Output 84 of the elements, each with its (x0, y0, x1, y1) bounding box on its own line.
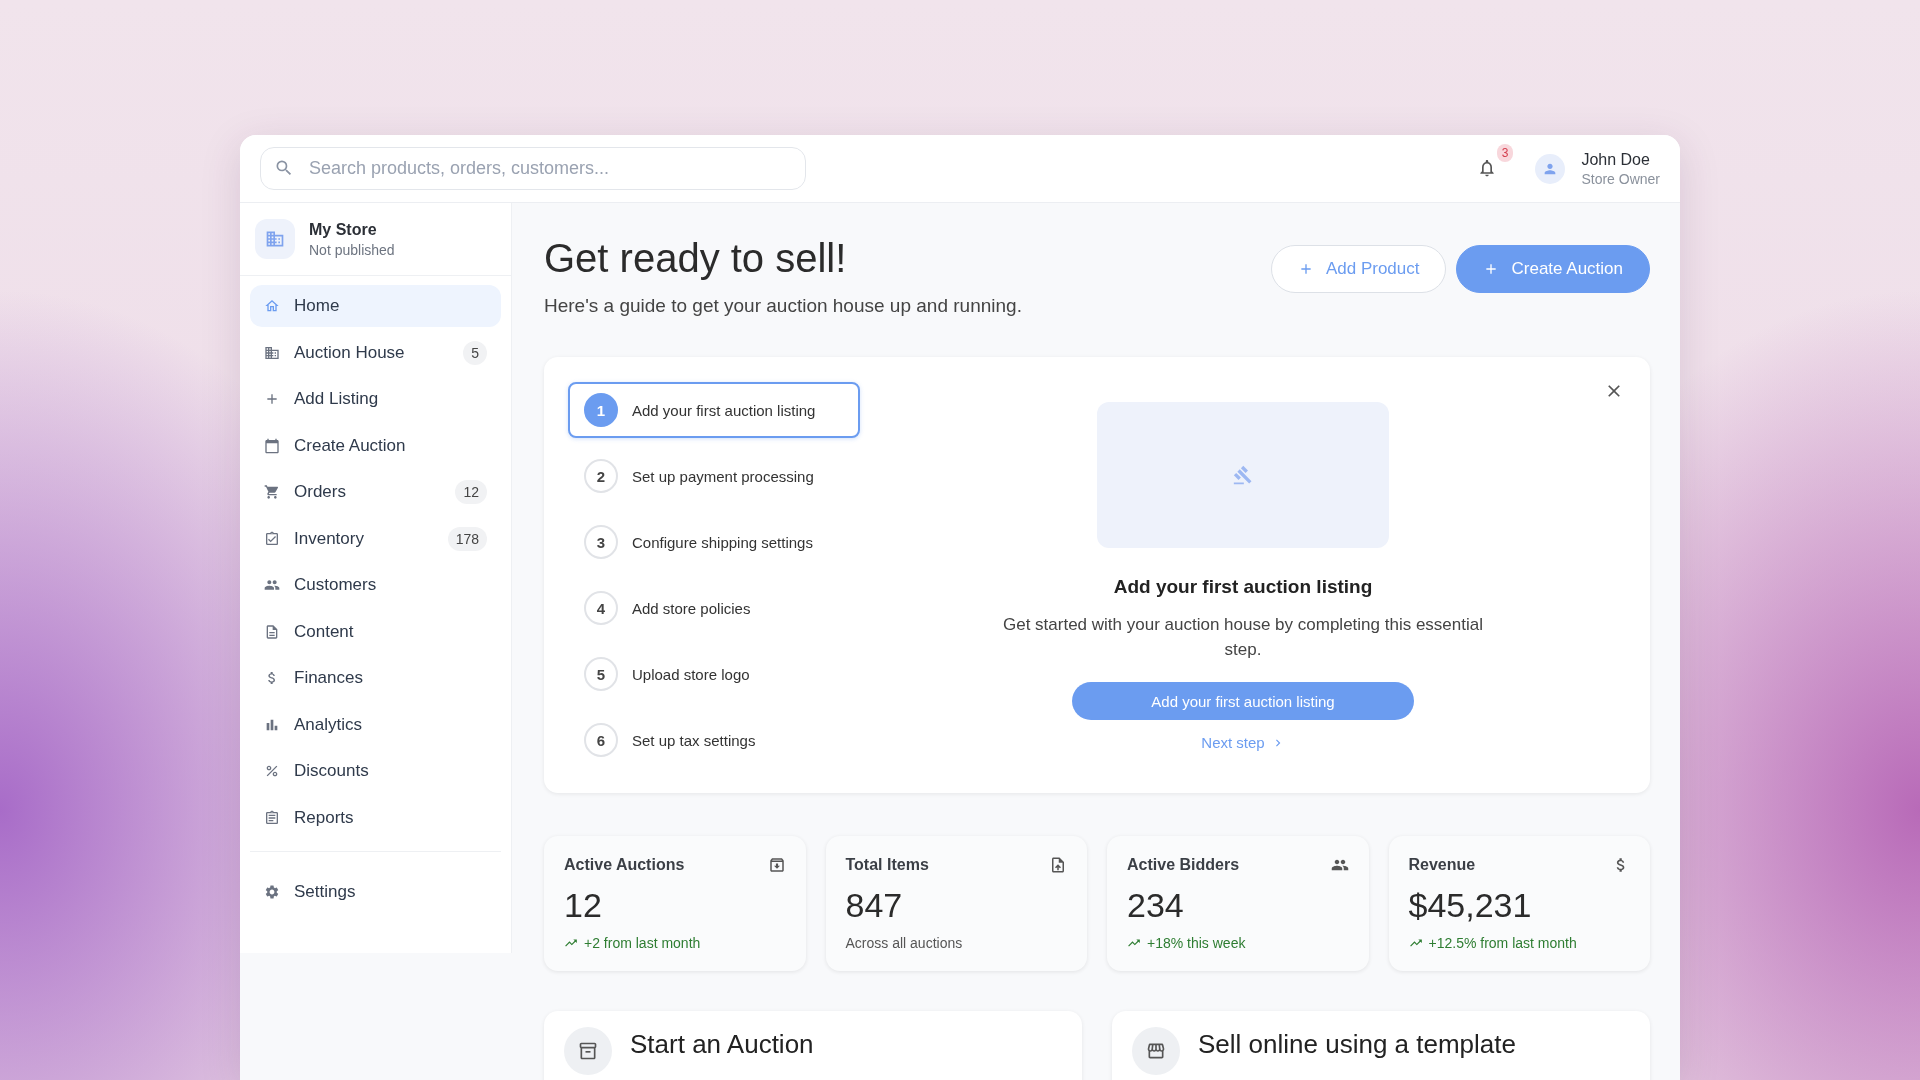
nav-icon (264, 883, 280, 900)
nav-label: Content (294, 621, 355, 642)
stat-value: 847 (845, 886, 904, 925)
nav-label: Reports (294, 807, 355, 828)
step-number: 6 (584, 723, 618, 757)
nav-label: Auction House (294, 342, 406, 363)
store-name: My Store (309, 220, 378, 239)
search-icon (274, 158, 294, 178)
stat-title: Active Auctions (564, 856, 685, 874)
count-badge: 178 (447, 526, 487, 551)
page-subtitle: Here's a guide to get your auction house up and running. (544, 295, 1023, 317)
stat-note-text: +2 from last month (584, 935, 701, 951)
nav-item[interactable]: Analytics (250, 703, 501, 746)
count-badge: 5 (463, 340, 487, 365)
nav-item[interactable]: Create Auction (250, 424, 501, 467)
nav-icon (264, 623, 280, 640)
nav-item[interactable]: Settings (250, 870, 501, 913)
nav-label: Analytics (294, 714, 364, 735)
nav-icon (264, 763, 280, 779)
step-description: Get started with your auction house by completing this essential step. (1001, 614, 1484, 661)
setup-step[interactable]: 1 Add your first auction listing (568, 382, 860, 438)
nav-icon (264, 530, 280, 547)
nav-label: Finances (294, 668, 364, 688)
nav-icon (264, 484, 280, 500)
stat-title: Active Bidders (1127, 856, 1240, 874)
user-role: Store Owner (1581, 170, 1660, 187)
step-label: Set up tax settings (632, 731, 756, 749)
store-icon (255, 219, 295, 259)
stat-value: 234 (1127, 886, 1185, 925)
count-badge: 12 (455, 480, 487, 504)
notification-count: 3 (1496, 143, 1514, 162)
nav-item[interactable]: Auction House 5 (250, 331, 501, 374)
stat-value: 12 (564, 886, 603, 925)
store-status: Not published (309, 241, 395, 258)
nav-label: Inventory (294, 528, 365, 549)
nav-label: Discounts (294, 761, 370, 781)
stat-title: Total Items (845, 856, 929, 874)
step-label: Configure shipping settings (632, 533, 813, 551)
card-icon (564, 1027, 612, 1075)
nav-item[interactable]: Add Listing (250, 378, 501, 420)
nav-icon (264, 809, 280, 826)
nav-label: Settings (294, 881, 357, 902)
step-label: Upload store logo (632, 665, 750, 683)
user-name: John Doe (1581, 150, 1651, 169)
search-field[interactable]: Search products, orders, customers... (260, 147, 806, 190)
nav-label: Customers (294, 575, 378, 595)
nav-label: Create Auction (294, 435, 407, 456)
nav-icon (264, 437, 280, 454)
stat-note-text: +18% this week (1147, 935, 1246, 951)
nav-item[interactable]: Home (250, 285, 501, 327)
nav-icon (264, 391, 280, 407)
nav-item[interactable]: Inventory 178 (250, 517, 501, 560)
card-title: Start an Auction (630, 1028, 814, 1061)
stat-title: Revenue (1408, 856, 1476, 874)
step-number: 3 (584, 525, 618, 559)
nav-item[interactable]: Customers (250, 564, 501, 606)
stat-note-text: +12.5% from last month (1428, 935, 1577, 951)
nav-item[interactable]: Content (250, 610, 501, 653)
step-number: 2 (584, 459, 618, 493)
nav-icon (264, 344, 280, 361)
nav-item[interactable]: Discounts (250, 750, 501, 792)
step-label: Set up payment processing (632, 467, 814, 485)
card-icon (1132, 1027, 1180, 1075)
stat-value: $45,231 (1408, 886, 1533, 925)
nav-item[interactable]: Orders 12 (250, 471, 501, 513)
stat-note-text: Across all auctions (845, 935, 963, 951)
nav-icon (264, 577, 280, 593)
nav-label: Home (294, 296, 341, 316)
nav-icon (264, 298, 280, 314)
nav-item[interactable]: Finances (250, 657, 501, 699)
stat-icon (1049, 856, 1067, 874)
step-number: 5 (584, 657, 618, 691)
nav-label: Orders (294, 482, 347, 502)
card-title: Sell online using a template (1198, 1028, 1516, 1061)
gavel-icon (1233, 465, 1253, 485)
step-label: Add store policies (632, 599, 751, 617)
page-title: Get ready to sell! (544, 236, 848, 281)
step-label: Add your first auction listing (632, 401, 816, 419)
step-number: 1 (584, 393, 618, 427)
nav-label: Add Listing (294, 389, 380, 409)
step-number: 4 (584, 591, 618, 625)
stat-icon (767, 856, 786, 874)
step-title: Add your first auction listing (1113, 576, 1373, 598)
nav-item[interactable]: Reports (250, 796, 501, 839)
